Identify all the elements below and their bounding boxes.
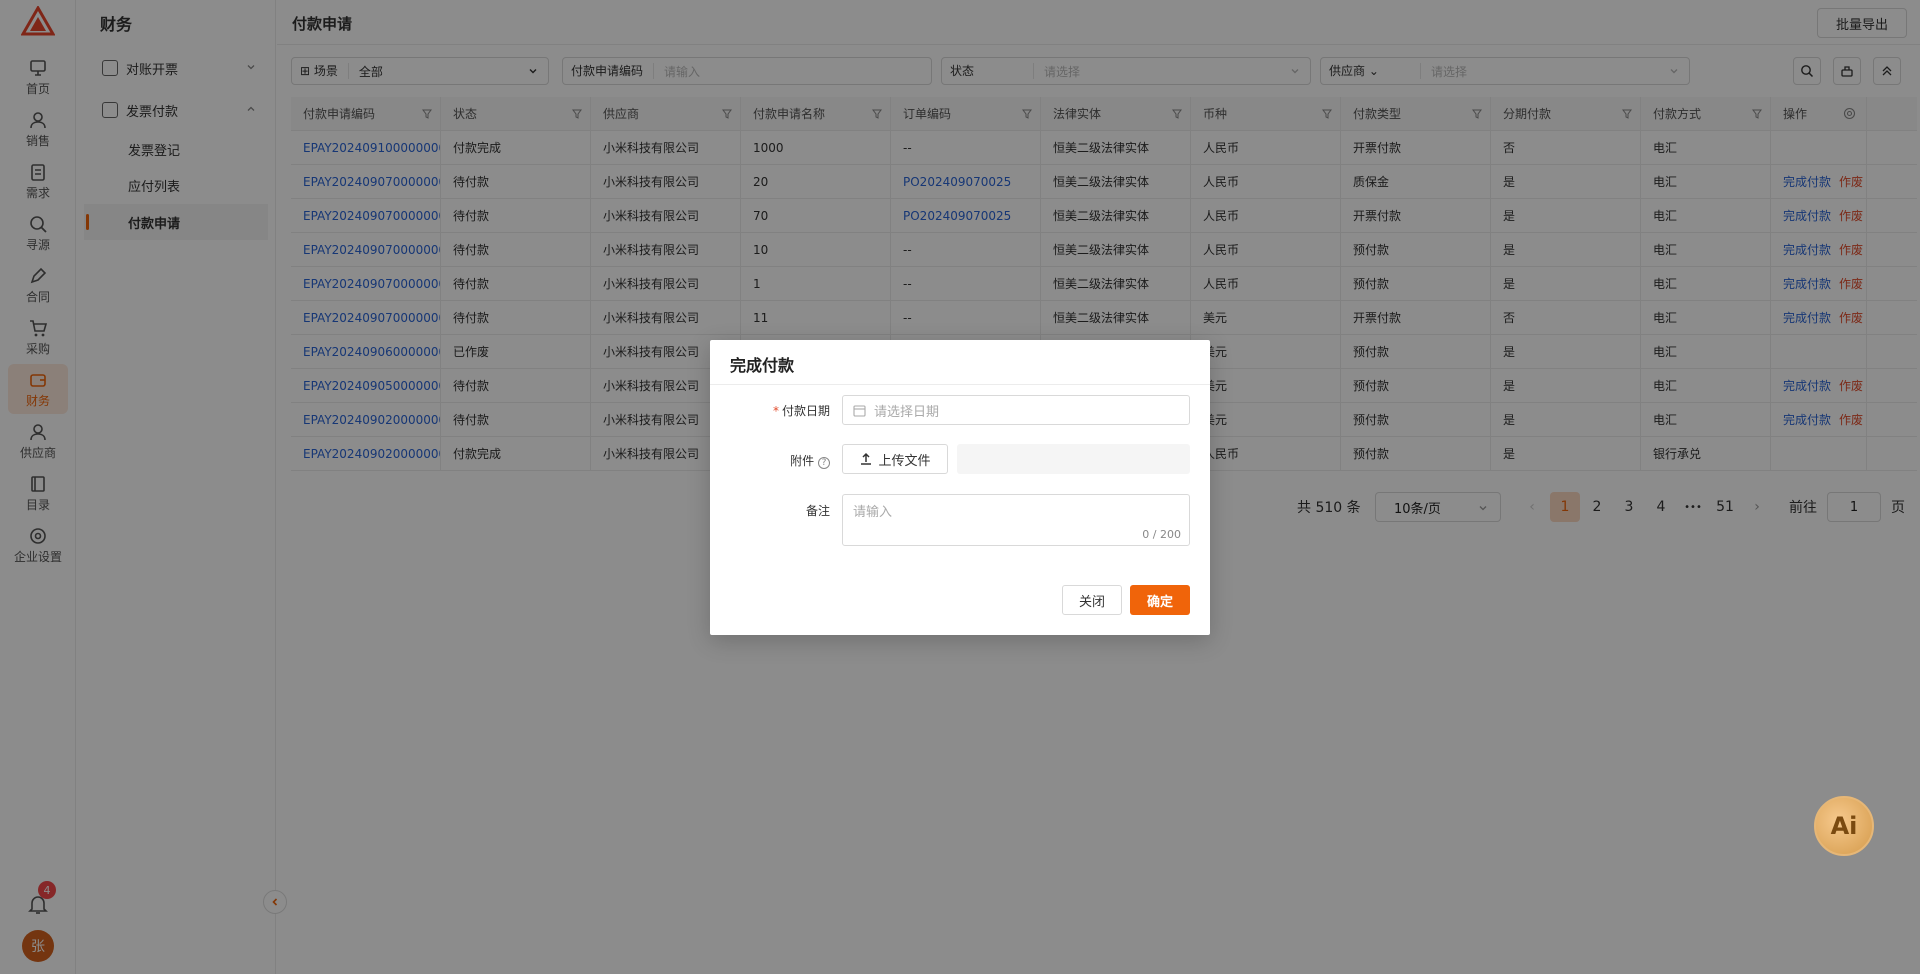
remark-label: 备注 — [805, 504, 830, 518]
upload-file-button[interactable]: 上传文件 — [842, 444, 948, 474]
payment-date-label: * 付款日期 — [710, 402, 830, 419]
upload-file-label: 上传文件 — [878, 453, 931, 469]
payment-date-label-text: 付款日期 — [781, 404, 830, 418]
payment-date-placeholder: 请选择日期 — [874, 404, 940, 420]
complete-payment-dialog: 完成付款 * 付款日期 请选择日期 附件 ? 上传文件 备注 请输入 0 / 20… — [710, 340, 1210, 635]
attachment-label-text: 附件 — [790, 454, 815, 468]
confirm-button[interactable]: 确定 — [1130, 585, 1190, 615]
calendar-icon — [853, 404, 866, 417]
remark-char-count: 0 / 200 — [1142, 528, 1181, 541]
remark-placeholder: 请输入 — [853, 505, 893, 520]
dialog-title: 完成付款 — [730, 356, 795, 375]
attachment-label: 附件 ? — [710, 452, 830, 469]
upload-icon — [861, 452, 872, 465]
close-button[interactable]: 关闭 — [1062, 585, 1122, 615]
ai-assistant-button[interactable]: Ai — [1814, 796, 1874, 856]
help-icon[interactable]: ? — [818, 457, 830, 469]
payment-date-picker[interactable]: 请选择日期 — [842, 395, 1190, 425]
dialog-divider — [710, 384, 1210, 385]
required-mark: * — [772, 404, 779, 418]
remark-textarea[interactable]: 请输入 0 / 200 — [842, 494, 1190, 546]
upload-file-list — [957, 444, 1190, 474]
